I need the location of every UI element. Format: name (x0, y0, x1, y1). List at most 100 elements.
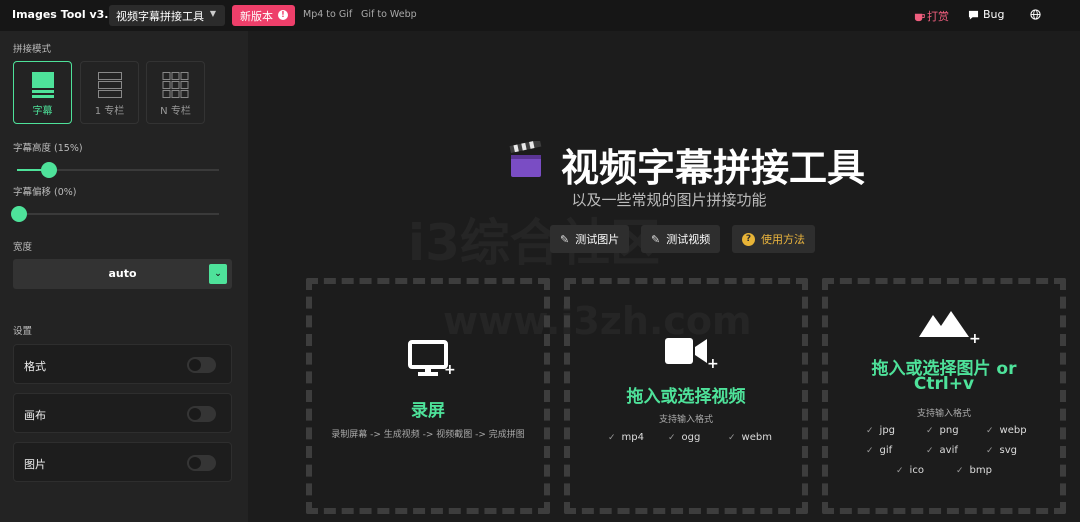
plus-icon: + (707, 356, 719, 372)
format-jpg: ✓ jpg (866, 425, 896, 436)
subtitle-height-slider[interactable] (17, 162, 219, 178)
record-title: 录屏 (411, 401, 445, 421)
test-video-label: 测试视频 (666, 233, 711, 246)
pencil-icon: ✎ (651, 232, 661, 246)
test-video-button[interactable]: ✎ 测试视频 (641, 225, 721, 253)
subtitle-offset-slider[interactable] (11, 206, 219, 222)
page-subtitle: 以及一些常规的图片拼接功能 (571, 191, 767, 209)
check-icon: ✓ (866, 426, 874, 436)
image-drop-panel[interactable]: + 拖入或选择图片 or Ctrl+v 支持输入格式 ✓ jpg ✓ png ✓ we… (822, 278, 1066, 514)
mode-label: 拼接模式 (13, 44, 52, 55)
subtitle-height-label: 字幕高度 (15%) (13, 143, 83, 154)
format-mp4: ✓ mp4 (608, 432, 644, 443)
toggle-knob (189, 457, 201, 469)
pencil-icon: ✎ (560, 232, 570, 246)
format-svg: ✓ svg (986, 445, 1018, 456)
toggle-knob (189, 359, 201, 371)
mode-one-column-label: 1 专栏 (94, 106, 125, 117)
test-image-label: 测试图片 (575, 233, 620, 246)
new-version-button[interactable]: 新版本 ! (232, 5, 295, 26)
donate-label: 打赏 (927, 10, 949, 23)
check-icon: ✓ (926, 446, 934, 456)
setting-canvas-label: 画布 (24, 409, 46, 422)
main-area: i3综合社区 www.i3zh.com 视频字幕拼接工具 以及一些常规的图片拼接… (248, 31, 1080, 522)
format-png: ✓ png (926, 425, 959, 436)
subtitle-offset-label: 字幕偏移 (0%) (13, 187, 77, 198)
chevron-down-icon[interactable]: ⌄ (209, 264, 227, 284)
width-select[interactable]: auto ⌄ (13, 259, 232, 289)
width-value: auto (108, 267, 137, 280)
settings-label: 设置 (13, 326, 33, 337)
setting-format[interactable]: 格式 (13, 344, 232, 384)
app-title: Images Tool v3.0 (12, 8, 117, 21)
setting-canvas[interactable]: 画布 (13, 393, 232, 433)
check-icon: ✓ (986, 446, 994, 456)
coffee-icon (914, 13, 925, 21)
record-description: 录制屏幕 -> 生成视频 -> 视频截图 -> 完成拼图 (331, 430, 525, 440)
format-webm: ✓ webm (728, 432, 772, 443)
format-ico: ✓ ico (896, 465, 924, 476)
setting-image-label: 图片 (24, 458, 46, 471)
test-image-button[interactable]: ✎ 测试图片 (550, 225, 630, 253)
usage-button[interactable]: ? 使用方法 (732, 225, 815, 253)
link-gif-to-webp[interactable]: Gif to Webp (361, 9, 417, 20)
check-icon: ✓ (896, 466, 904, 476)
format-gif: ✓ gif (866, 445, 893, 456)
plus-icon: + (444, 362, 456, 378)
video-drop-panel[interactable]: + 拖入或选择视频 支持输入格式 ✓ mp4 ✓ ogg ✓ webm (564, 278, 808, 514)
bug-button[interactable]: Bug (968, 8, 1005, 21)
mode-subtitle[interactable]: 字幕 (13, 61, 72, 124)
video-camera-icon (665, 338, 707, 364)
n-column-icon (162, 72, 188, 98)
subtitle-mode-icon (31, 72, 54, 98)
record-screen-panel[interactable]: + 录屏 录制屏幕 -> 生成视频 -> 视频截图 -> 完成拼图 (306, 278, 550, 514)
globe-icon[interactable] (1030, 9, 1041, 20)
toggle-knob (189, 408, 201, 420)
question-icon: ? (742, 232, 755, 246)
tool-select-value: 视频字幕拼接工具 (116, 9, 204, 23)
video-title: 拖入或选择视频 (626, 387, 746, 407)
format-ogg: ✓ ogg (668, 432, 701, 443)
setting-format-label: 格式 (24, 360, 46, 373)
mode-subtitle-label: 字幕 (32, 106, 53, 117)
sidebar: 拼接模式 字幕 1 专栏 N 专栏 字幕高度 (15%) 字幕偏移 (0%) 宽… (0, 31, 248, 522)
subtitle-offset-knob[interactable] (11, 206, 27, 222)
setting-format-toggle[interactable] (187, 357, 216, 373)
mode-n-column[interactable]: N 专栏 (146, 61, 205, 124)
clapperboard-icon (509, 141, 542, 177)
chevron-down-icon: ▼ (209, 9, 216, 18)
check-icon: ✓ (668, 433, 676, 443)
link-mp4-to-gif[interactable]: Mp4 to Gif (303, 9, 352, 20)
width-label: 宽度 (13, 242, 33, 253)
mode-n-column-label: N 专栏 (160, 106, 191, 117)
check-icon: ✓ (986, 426, 994, 436)
donate-button[interactable]: 打赏 (914, 8, 949, 24)
setting-canvas-toggle[interactable] (187, 406, 216, 422)
check-icon: ✓ (926, 426, 934, 436)
one-column-icon (97, 72, 122, 98)
bug-label: Bug (983, 8, 1005, 21)
tool-select[interactable]: 视频字幕拼接工具 ▼ (109, 5, 225, 26)
subtitle-height-knob[interactable] (41, 162, 57, 178)
mode-one-column[interactable]: 1 专栏 (80, 61, 139, 124)
mountain-image-icon (919, 311, 969, 337)
plus-icon: + (969, 331, 981, 347)
check-icon: ✓ (866, 446, 874, 456)
setting-image-toggle[interactable] (187, 455, 216, 471)
format-webp: ✓ webp (986, 425, 1027, 436)
format-avif: ✓ avif (926, 445, 958, 456)
monitor-icon (408, 340, 448, 376)
page-title: 视频字幕拼接工具 (561, 146, 866, 190)
image-title-line2: Ctrl+v (913, 374, 975, 394)
alert-icon: ! (278, 10, 288, 20)
format-bmp: ✓ bmp (956, 465, 992, 476)
new-version-label: 新版本 (240, 9, 273, 23)
top-bar: Images Tool v3.0 视频字幕拼接工具 ▼ 新版本 ! Mp4 to… (0, 0, 1080, 31)
image-formats-label: 支持输入格式 (916, 409, 971, 419)
check-icon: ✓ (956, 466, 964, 476)
check-icon: ✓ (608, 433, 616, 443)
setting-image[interactable]: 图片 (13, 442, 232, 482)
comment-icon (968, 10, 979, 20)
usage-label: 使用方法 (761, 233, 805, 246)
video-formats-label: 支持输入格式 (658, 415, 713, 425)
